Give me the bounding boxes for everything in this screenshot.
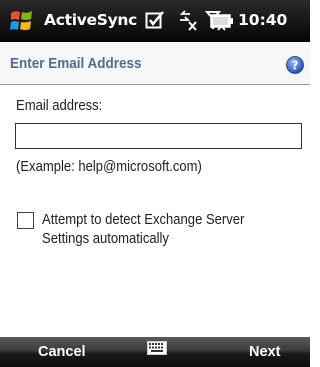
- cancel-button[interactable]: Cancel: [38, 337, 86, 367]
- email-label: Email address:: [16, 98, 103, 114]
- windows-start-icon[interactable]: [9, 8, 35, 34]
- page-title: Enter Email Address: [10, 55, 142, 72]
- email-example-text: (Example: help@microsoft.com): [16, 159, 202, 175]
- header-divider: [0, 84, 310, 85]
- data-connection-icon[interactable]: [177, 10, 199, 32]
- title-bar: ActiveSync 10:40: [0, 0, 310, 42]
- sync-status-icon[interactable]: [145, 10, 165, 30]
- page-header: Enter Email Address: [0, 42, 310, 84]
- help-icon[interactable]: ?: [286, 56, 304, 74]
- detect-settings-label[interactable]: Attempt to detect Exchange Server Settin…: [42, 211, 267, 249]
- app-title: ActiveSync: [44, 11, 138, 29]
- keyboard-icon[interactable]: [147, 341, 167, 355]
- detect-settings-checkbox[interactable]: [17, 212, 34, 229]
- email-field[interactable]: [15, 123, 302, 149]
- next-button[interactable]: Next: [249, 337, 280, 367]
- clock[interactable]: 10:40: [238, 11, 287, 29]
- svg-text:?: ?: [292, 59, 299, 73]
- battery-icon[interactable]: [210, 13, 234, 29]
- softkey-bar: Cancel Next: [0, 337, 310, 367]
